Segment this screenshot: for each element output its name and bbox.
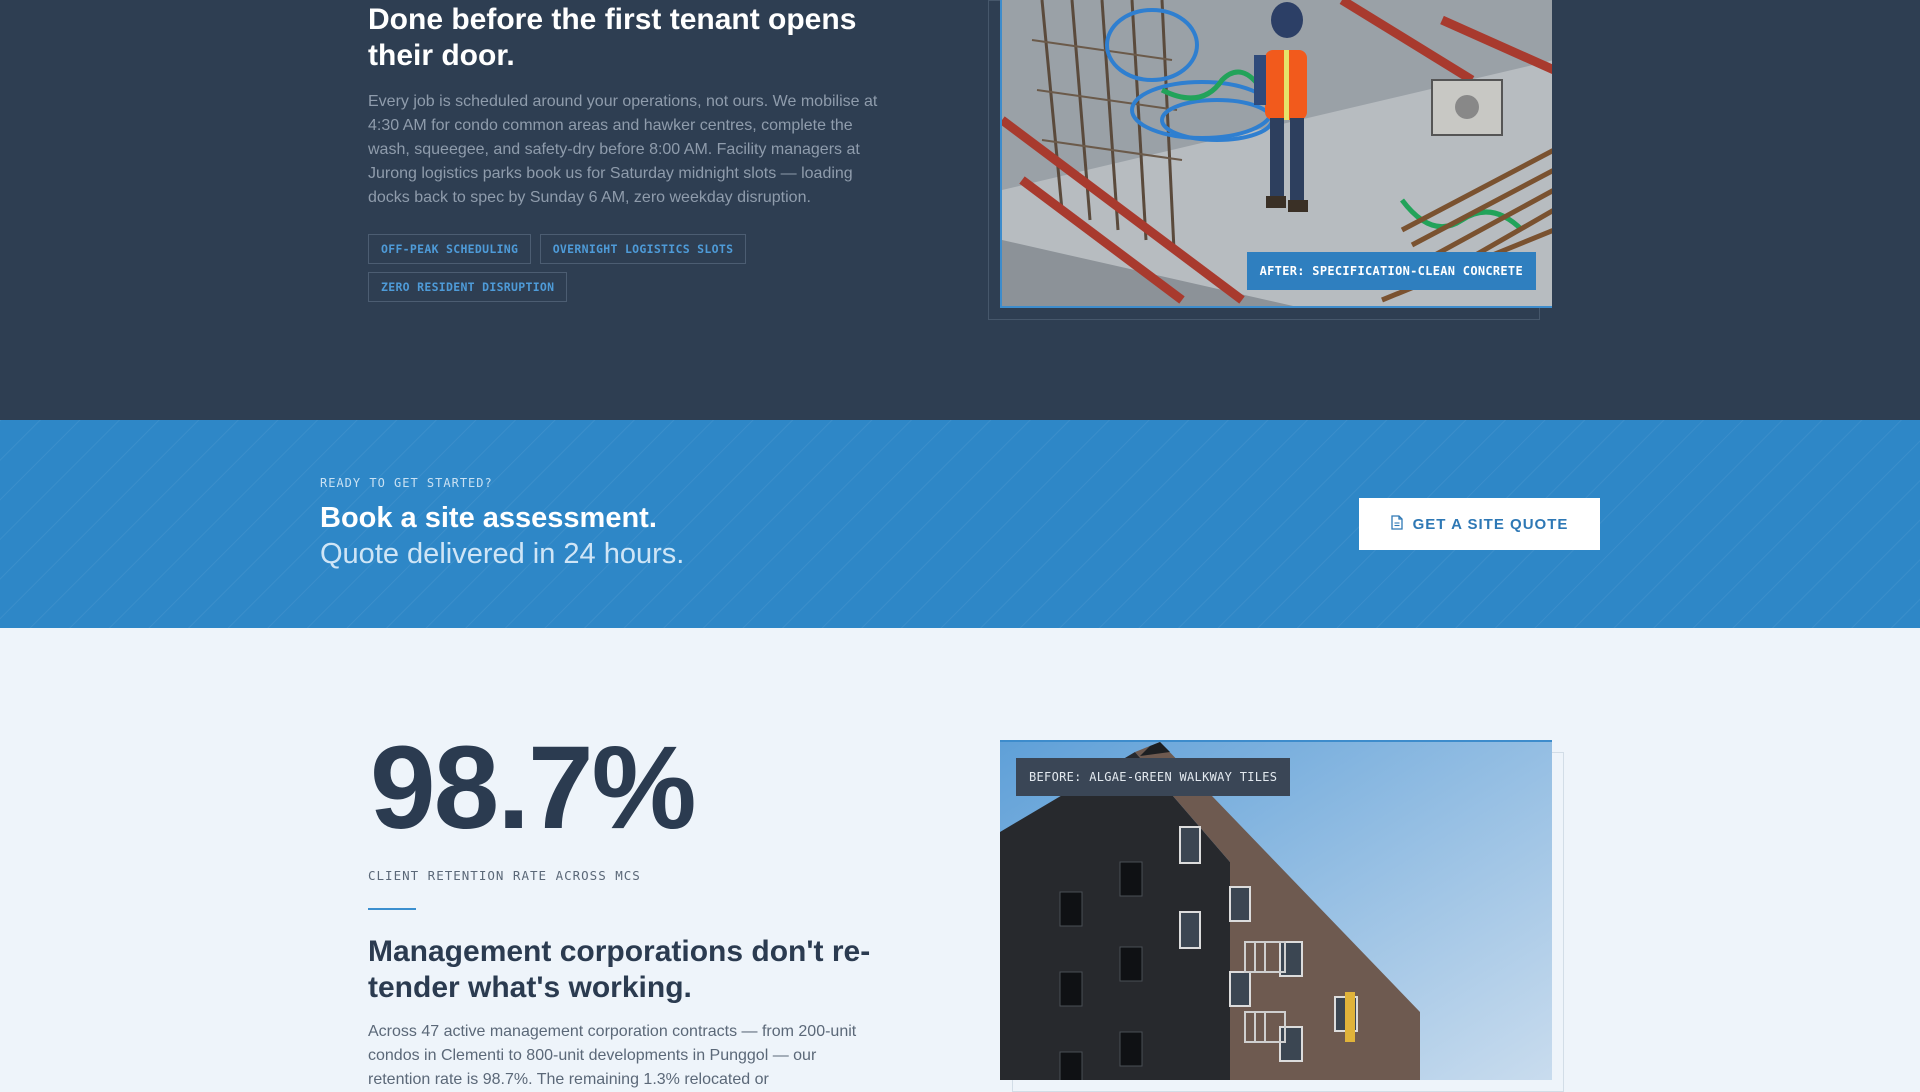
cta-eyebrow: READY TO GET STARTED? [320, 476, 493, 490]
cta-headline: Book a site assessment. [320, 502, 657, 534]
diagonal-pattern [0, 420, 1920, 628]
after-photo: AFTER: SPECIFICATION-CLEAN CONCRETE [1000, 0, 1552, 308]
scheduling-section: Done before the first tenant opens their… [0, 0, 1920, 420]
cta-subline: Quote delivered in 24 hours. [320, 538, 685, 570]
tag-list: OFF-PEAK SCHEDULING OVERNIGHT LOGISTICS … [368, 234, 828, 310]
retention-stat: 98.7% [370, 722, 697, 854]
scheduling-heading: Done before the first tenant opens their… [368, 3, 857, 72]
tag-zero-disruption: ZERO RESIDENT DISRUPTION [368, 272, 568, 302]
divider [368, 908, 416, 910]
tag-off-peak: OFF-PEAK SCHEDULING [368, 234, 532, 264]
get-site-quote-label: GET A SITE QUOTE [1412, 515, 1569, 533]
retention-stat-label: CLIENT RETENTION RATE ACROSS MCS [368, 868, 641, 883]
after-caption: AFTER: SPECIFICATION-CLEAN CONCRETE [1246, 252, 1536, 290]
retention-heading: Management corporations don't re-tender … [368, 935, 871, 1004]
cta-band: READY TO GET STARTED? Book a site assess… [0, 420, 1920, 628]
get-site-quote-button[interactable]: GET A SITE QUOTE [1359, 498, 1600, 550]
before-photo: BEFORE: ALGAE-GREEN WALKWAY TILES [1000, 740, 1552, 1080]
document-icon [1390, 514, 1403, 534]
scheduling-body: Every job is scheduled around your opera… [368, 93, 878, 206]
retention-body: Across 47 active management corporation … [368, 1023, 857, 1088]
before-caption: BEFORE: ALGAE-GREEN WALKWAY TILES [1016, 758, 1291, 796]
retention-section: 98.7% CLIENT RETENTION RATE ACROSS MCS M… [0, 628, 1920, 1092]
tag-overnight: OVERNIGHT LOGISTICS SLOTS [539, 234, 747, 264]
